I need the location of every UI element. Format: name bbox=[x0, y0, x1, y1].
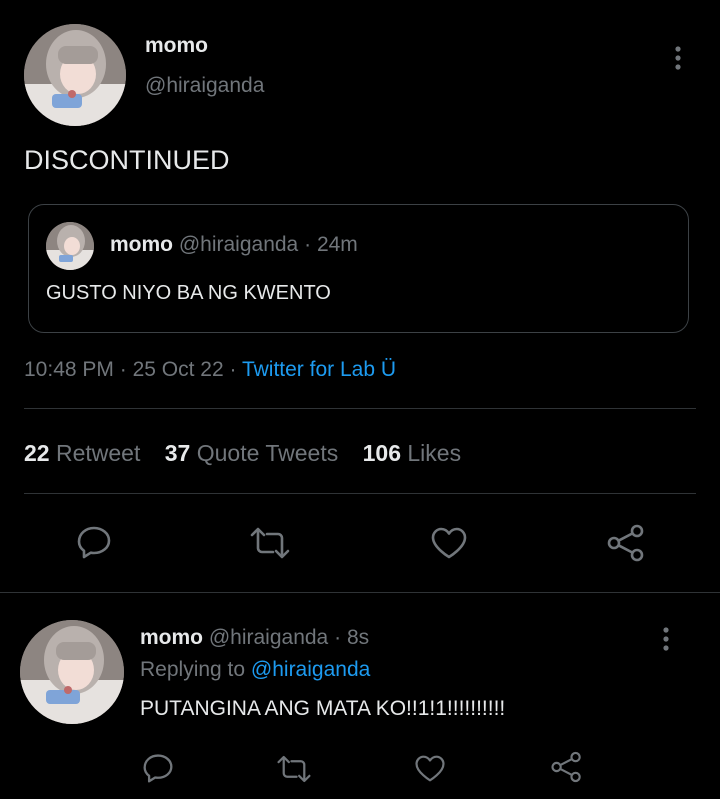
reply-time: 8s bbox=[346, 626, 370, 649]
reply-reply-icon[interactable] bbox=[142, 752, 174, 784]
quotes-count: 37 bbox=[164, 440, 191, 466]
quoted-display-name: momo bbox=[110, 233, 173, 256]
tweet-stats: 22 Retweet 37 Quote Tweets 106 Likes bbox=[24, 440, 461, 467]
likes-label: Likes bbox=[407, 440, 462, 466]
retweets-count: 22 bbox=[24, 440, 50, 466]
reply-share-icon[interactable] bbox=[550, 751, 583, 783]
retweets-stat[interactable]: 22 Retweet bbox=[24, 440, 147, 466]
tweet-time: 10:48 PM bbox=[24, 358, 114, 381]
reply-tweet-text: PUTANGINA ANG MATA KO!!1!1!!!!!!!!!! bbox=[140, 697, 506, 720]
tweet-source-link[interactable]: Twitter for Lab Ü bbox=[242, 358, 396, 381]
share-icon[interactable] bbox=[606, 524, 646, 562]
quoted-tweet-card[interactable] bbox=[28, 204, 689, 333]
reply-separator: · bbox=[334, 626, 342, 649]
like-icon[interactable] bbox=[430, 526, 468, 560]
quoted-separator: · bbox=[304, 233, 312, 256]
reply-tweet-header: momo @hiraiganda · 8s bbox=[140, 626, 369, 650]
reply-more-vertical-icon[interactable] bbox=[656, 625, 676, 653]
likes-count: 106 bbox=[362, 440, 401, 466]
reply-display-name[interactable]: momo bbox=[140, 626, 203, 649]
divider bbox=[0, 592, 720, 593]
quoted-tweet-header: momo @hiraiganda · 24m bbox=[110, 233, 358, 257]
tweet-meta: 10:48 PM · 25 Oct 22 · Twitter for Lab Ü bbox=[24, 358, 396, 382]
retweets-label: Retweet bbox=[55, 440, 141, 466]
quoted-author-avatar bbox=[46, 222, 94, 270]
quoted-handle: @hiraiganda bbox=[178, 233, 299, 256]
meta-separator: · bbox=[229, 358, 237, 381]
more-vertical-icon[interactable] bbox=[668, 44, 688, 72]
likes-stat[interactable]: 106 Likes bbox=[363, 440, 461, 466]
quotes-label: Quote Tweets bbox=[196, 440, 339, 466]
replying-to-label: Replying to bbox=[140, 658, 246, 681]
author-handle[interactable]: @hiraiganda bbox=[145, 74, 264, 98]
reply-retweet-icon[interactable] bbox=[276, 754, 312, 784]
author-avatar[interactable] bbox=[24, 24, 126, 126]
tweet-date: 25 Oct 22 bbox=[132, 358, 224, 381]
tweet-text: DISCONTINUED bbox=[24, 145, 230, 175]
replying-to: Replying to @hiraiganda bbox=[140, 658, 370, 682]
reply-icon[interactable] bbox=[76, 524, 112, 560]
quoted-tweet-text: GUSTO NIYO BA NG KWENTO bbox=[46, 282, 331, 304]
meta-separator: · bbox=[119, 358, 127, 381]
reply-author-avatar[interactable] bbox=[20, 620, 124, 724]
divider bbox=[24, 408, 696, 409]
quotes-stat[interactable]: 37 Quote Tweets bbox=[165, 440, 345, 466]
reply-like-icon[interactable] bbox=[414, 754, 446, 783]
retweet-icon[interactable] bbox=[249, 526, 291, 560]
divider bbox=[24, 493, 696, 494]
author-display-name[interactable]: momo bbox=[145, 34, 208, 58]
quoted-time: 24m bbox=[316, 233, 358, 256]
replying-to-handle[interactable]: @hiraiganda bbox=[251, 658, 370, 681]
reply-handle[interactable]: @hiraiganda bbox=[209, 626, 328, 649]
